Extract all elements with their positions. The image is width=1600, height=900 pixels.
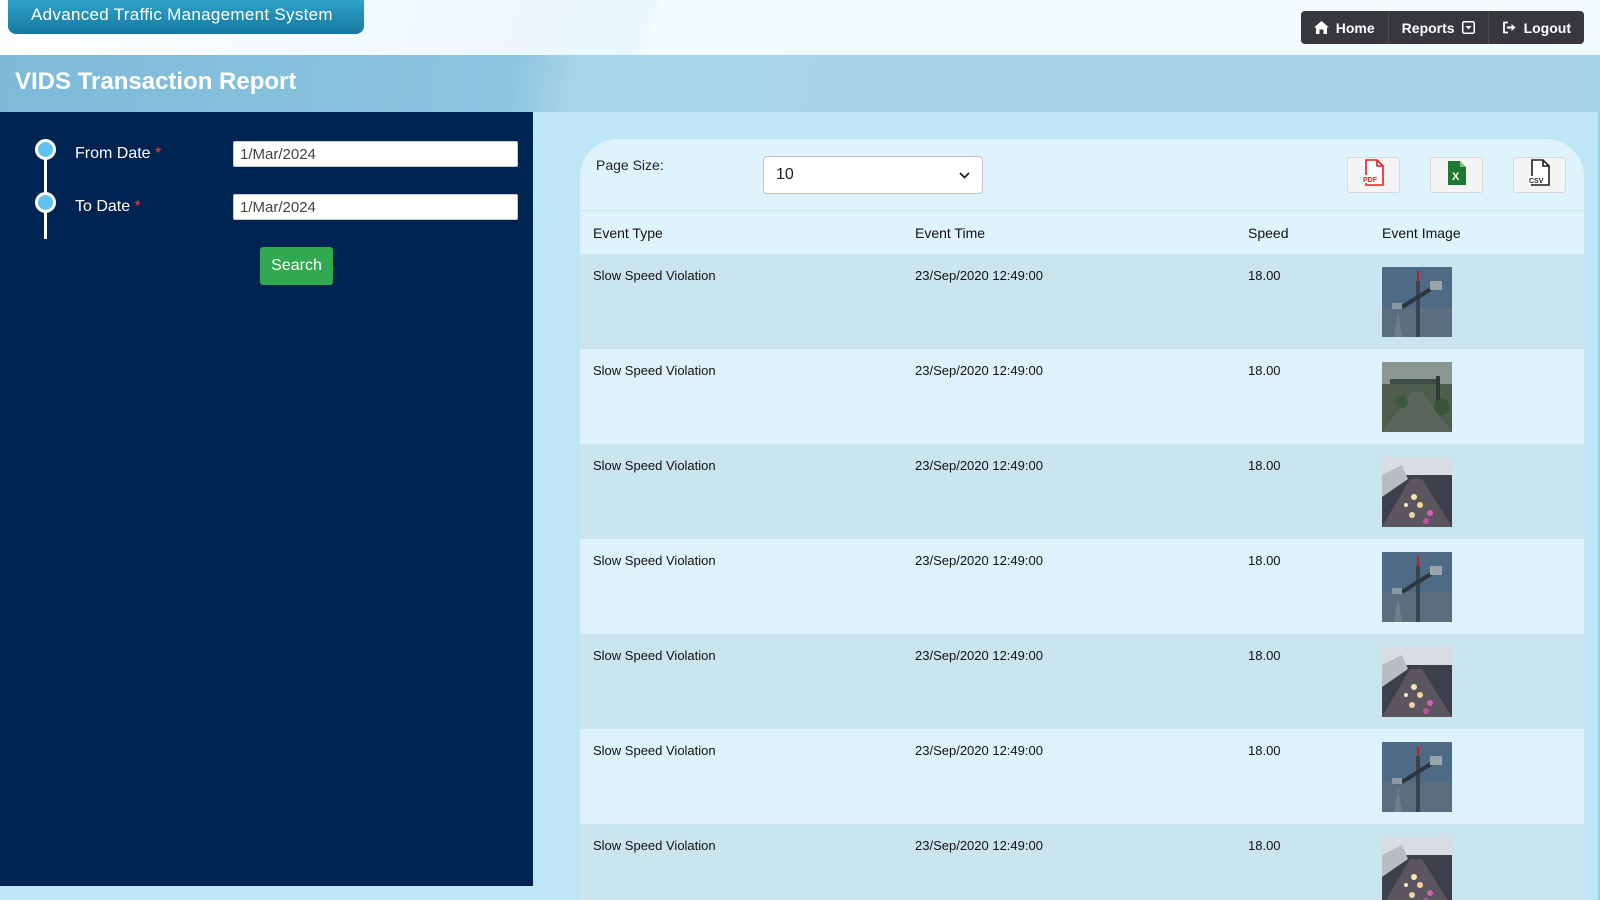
search-button[interactable]: Search bbox=[260, 247, 333, 285]
table-body: Slow Speed Violation 23/Sep/2020 12:49:0… bbox=[580, 254, 1584, 900]
home-icon bbox=[1313, 21, 1329, 34]
column-header-event-type[interactable]: Event Type bbox=[580, 211, 902, 254]
nav-reports-label: Reports bbox=[1401, 19, 1455, 36]
speed-cell: 18.00 bbox=[1235, 729, 1369, 824]
table-row: Slow Speed Violation 23/Sep/2020 12:49:0… bbox=[580, 539, 1584, 634]
table-row: Slow Speed Violation 23/Sep/2020 12:49:0… bbox=[580, 634, 1584, 729]
results-panel: Page Size: 10 PDF X CSV Event Type Event… bbox=[580, 139, 1584, 900]
event-image-cell bbox=[1369, 729, 1584, 824]
top-bar: Advanced Traffic Management System Home … bbox=[0, 0, 1600, 55]
table-row: Slow Speed Violation 23/Sep/2020 12:49:0… bbox=[580, 349, 1584, 444]
nav-logout-label: Logout bbox=[1523, 19, 1571, 36]
speed-cell: 18.00 bbox=[1235, 349, 1369, 444]
pole-camera-thumbnail[interactable] bbox=[1382, 267, 1452, 337]
speed-cell: 18.00 bbox=[1235, 634, 1369, 729]
event-image-cell bbox=[1369, 634, 1584, 729]
event-time-cell: 23/Sep/2020 12:49:00 bbox=[902, 349, 1235, 444]
to-date-input[interactable] bbox=[233, 194, 518, 220]
highway-gantry-thumbnail[interactable] bbox=[1382, 362, 1452, 432]
traffic-night-thumbnail[interactable] bbox=[1382, 837, 1452, 900]
table-header-row: Event Type Event Time Speed Event Image bbox=[580, 211, 1584, 254]
table-row: Slow Speed Violation 23/Sep/2020 12:49:0… bbox=[580, 254, 1584, 349]
column-header-speed[interactable]: Speed bbox=[1235, 211, 1369, 254]
event-image-cell bbox=[1369, 824, 1584, 900]
event-image-cell bbox=[1369, 444, 1584, 539]
event-type-cell: Slow Speed Violation bbox=[580, 254, 902, 349]
column-header-event-time[interactable]: Event Time bbox=[902, 211, 1235, 254]
required-mark: * bbox=[155, 145, 162, 162]
brand-title: Advanced Traffic Management System bbox=[8, 0, 364, 34]
timeline-dot-to bbox=[35, 192, 56, 213]
results-toolbar: Page Size: 10 PDF X CSV bbox=[580, 139, 1584, 211]
csv-file-icon: CSV bbox=[1527, 158, 1552, 192]
event-type-cell: Slow Speed Violation bbox=[580, 539, 902, 634]
event-type-cell: Slow Speed Violation bbox=[580, 729, 902, 824]
page-size-value: 10 bbox=[776, 166, 794, 183]
nav-home-button[interactable]: Home bbox=[1301, 11, 1389, 44]
table-row: Slow Speed Violation 23/Sep/2020 12:49:0… bbox=[580, 444, 1584, 539]
event-image-cell bbox=[1369, 349, 1584, 444]
caret-square-down-icon bbox=[1461, 21, 1475, 34]
event-time-cell: 23/Sep/2020 12:49:00 bbox=[902, 254, 1235, 349]
svg-text:X: X bbox=[1452, 171, 1460, 183]
speed-cell: 18.00 bbox=[1235, 824, 1369, 900]
page-size-select[interactable]: 10 bbox=[763, 156, 983, 194]
to-date-label: To Date * bbox=[75, 198, 141, 215]
event-image-cell bbox=[1369, 539, 1584, 634]
event-time-cell: 23/Sep/2020 12:49:00 bbox=[902, 444, 1235, 539]
column-header-event-image[interactable]: Event Image bbox=[1369, 211, 1584, 254]
csv-export-button[interactable]: CSV bbox=[1513, 157, 1566, 193]
svg-text:PDF: PDF bbox=[1363, 177, 1378, 184]
svg-text:CSV: CSV bbox=[1529, 178, 1544, 185]
page-title: VIDS Transaction Report bbox=[15, 68, 297, 95]
chevron-down-icon bbox=[959, 166, 970, 184]
table-row: Slow Speed Violation 23/Sep/2020 12:49:0… bbox=[580, 824, 1584, 900]
event-type-cell: Slow Speed Violation bbox=[580, 349, 902, 444]
event-time-cell: 23/Sep/2020 12:49:00 bbox=[902, 729, 1235, 824]
excel-file-icon: X bbox=[1446, 160, 1468, 191]
event-type-cell: Slow Speed Violation bbox=[580, 824, 902, 900]
event-time-cell: 23/Sep/2020 12:49:00 bbox=[902, 634, 1235, 729]
table-row: Slow Speed Violation 23/Sep/2020 12:49:0… bbox=[580, 729, 1584, 824]
event-time-cell: 23/Sep/2020 12:49:00 bbox=[902, 539, 1235, 634]
speed-cell: 18.00 bbox=[1235, 254, 1369, 349]
event-type-cell: Slow Speed Violation bbox=[580, 634, 902, 729]
event-time-cell: 23/Sep/2020 12:49:00 bbox=[902, 824, 1235, 900]
traffic-night-thumbnail[interactable] bbox=[1382, 457, 1452, 527]
event-table: Event Type Event Time Speed Event Image … bbox=[580, 211, 1584, 900]
event-type-cell: Slow Speed Violation bbox=[580, 444, 902, 539]
pdf-file-icon: PDF bbox=[1361, 158, 1386, 192]
pole-camera-thumbnail[interactable] bbox=[1382, 552, 1452, 622]
speed-cell: 18.00 bbox=[1235, 539, 1369, 634]
required-mark: * bbox=[134, 198, 141, 215]
nav-logout-button[interactable]: Logout bbox=[1489, 11, 1584, 44]
event-image-cell bbox=[1369, 254, 1584, 349]
excel-export-button[interactable]: X bbox=[1430, 157, 1483, 193]
title-band: VIDS Transaction Report bbox=[0, 55, 1600, 112]
timeline-dot-from bbox=[35, 139, 56, 160]
filter-panel: From Date * To Date * Search bbox=[0, 112, 533, 886]
from-date-input[interactable] bbox=[233, 141, 518, 167]
logout-icon bbox=[1502, 21, 1517, 34]
pdf-export-button[interactable]: PDF bbox=[1347, 157, 1400, 193]
traffic-night-thumbnail[interactable] bbox=[1382, 647, 1452, 717]
nav-reports-dropdown[interactable]: Reports bbox=[1389, 11, 1489, 44]
nav-home-label: Home bbox=[1335, 19, 1375, 36]
pole-camera-thumbnail[interactable] bbox=[1382, 742, 1452, 812]
speed-cell: 18.00 bbox=[1235, 444, 1369, 539]
main-nav: Home Reports Logout bbox=[1300, 11, 1584, 44]
from-date-label: From Date * bbox=[75, 145, 162, 162]
page-size-label: Page Size: bbox=[596, 157, 664, 173]
